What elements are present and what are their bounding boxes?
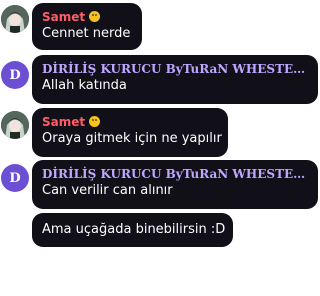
message-text: Cennet nerde [42, 26, 131, 41]
message-bubble[interactable]: DİRİLİŞ KURUCU ByTuRaN WHESTER... Allah … [32, 55, 318, 104]
sender-name: Samet [42, 9, 132, 25]
avatar-samet[interactable] [1, 111, 29, 139]
message-text: Ama uçağada binebilirsin :D [42, 222, 226, 237]
message-text: Allah katında [42, 78, 127, 93]
message-bubble[interactable]: DİRİLİŞ KURUCU ByTuRaN WHESTER... Can ve… [32, 160, 318, 209]
avatar-letter: D [9, 170, 21, 186]
sender-name: DİRİLİŞ KURUCU ByTuRaN WHESTER... [42, 62, 308, 76]
avatar-samet[interactable] [1, 5, 29, 33]
message-text: Can verilir can alınır [42, 183, 173, 198]
message-bubble[interactable]: Samet Cennet nerde [32, 3, 142, 50]
message-bubble[interactable]: Ama uçağada binebilirsin :D [32, 213, 233, 247]
message-bubble[interactable]: Samet Oraya gitmek için ne yapılır [32, 108, 228, 157]
smile-emoji-icon [89, 116, 101, 127]
avatar-dirilis[interactable]: D [1, 164, 29, 192]
avatar-dirilis[interactable]: D [1, 61, 29, 89]
message-text: Oraya gitmek için ne yapılır [42, 131, 222, 146]
sender-name: DİRİLİŞ KURUCU ByTuRaN WHESTER... [42, 167, 308, 181]
smile-emoji-icon [89, 11, 101, 22]
avatar-letter: D [9, 67, 21, 83]
sender-name: Samet [42, 114, 218, 130]
